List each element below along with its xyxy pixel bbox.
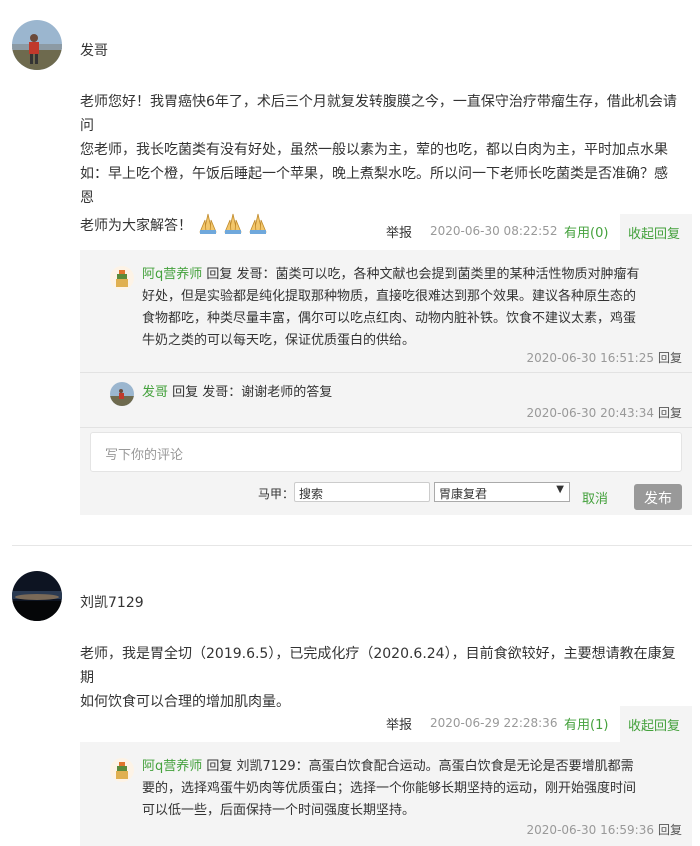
reply-meta: 2020-06-30 16:59:36 回复 bbox=[527, 821, 682, 838]
majia-label: 马甲： bbox=[258, 487, 295, 501]
username[interactable]: 发哥 bbox=[80, 40, 108, 60]
reply-meta: 2020-06-30 16:51:25 回复 bbox=[527, 349, 682, 366]
reply-line: 要的，选择鸡蛋牛奶肉等优质蛋白；选择一个你能够长期坚持的运动，刚开始强度时间 bbox=[142, 781, 637, 796]
reply-line: 谢谢老师的答复 bbox=[241, 385, 333, 400]
post-content: 老师，我是胃全切（2019.6.5），已完成化疗（2020.6.24），目前食欲… bbox=[80, 642, 680, 714]
collapse-replies-label: 收起回复 bbox=[628, 227, 681, 242]
majia-search-input[interactable]: 搜索 bbox=[294, 482, 430, 502]
username[interactable]: 刘凯7129 bbox=[80, 592, 144, 612]
post-content-line: 老师您好！我胃癌快6年了，术后三个月就复发转腹膜之今，一直保守治疗带瘤生存，借此… bbox=[80, 94, 677, 134]
useful-button[interactable]: 有用(1) bbox=[564, 714, 608, 733]
reply-text: 发哥 回复 发哥：谢谢老师的答复 bbox=[142, 382, 682, 404]
post-meta-bar: 举报 2020-06-30 08:22:52 有用(0) 收起回复 bbox=[0, 214, 700, 250]
post-content-line: 您老师，我长吃菌类有没有好处，虽然一般以素为主，荤的也吃，都以白肉为主，平时加点… bbox=[80, 142, 668, 158]
search-placeholder: 搜索 bbox=[299, 487, 324, 501]
reply-avatar[interactable] bbox=[110, 758, 134, 782]
useful-button[interactable]: 有用(0) bbox=[564, 222, 608, 241]
comment-input[interactable]: 写下你的评论 bbox=[90, 432, 682, 472]
majia-select[interactable]: 胃康复君 ▼ bbox=[434, 482, 570, 502]
reply-author[interactable]: 发哥 bbox=[142, 385, 168, 400]
reply-line: 好处，但是实验都是纯化提取那种物质，直接吃很难达到那个效果。建议各种原生态的 bbox=[142, 289, 637, 304]
comment-placeholder: 写下你的评论 bbox=[105, 448, 184, 463]
post-time: 2020-06-29 22:28:36 bbox=[430, 716, 558, 730]
collapse-replies-label: 收起回复 bbox=[628, 719, 681, 734]
reply-line: 可以低一些，后面保持一个时间强度长期坚持。 bbox=[142, 803, 416, 818]
reply-divider bbox=[80, 427, 692, 428]
post-meta-bar: 举报 2020-06-29 22:28:36 有用(1) 收起回复 bbox=[0, 706, 700, 742]
chevron-down-icon: ▼ bbox=[556, 484, 564, 495]
reply-button[interactable]: 回复 bbox=[658, 351, 682, 365]
collapse-replies-button[interactable]: 收起回复 bbox=[620, 706, 692, 742]
reply-time: 2020-06-30 20:43:34 bbox=[526, 406, 654, 420]
reply-line: 高蛋白饮食配合运动。高蛋白饮食是无论是否要增肌都需 bbox=[308, 759, 634, 774]
cancel-button[interactable]: 取消 bbox=[582, 488, 608, 507]
user-avatar[interactable] bbox=[12, 571, 62, 621]
post-content-line: 老师，我是胃全切（2019.6.5），已完成化疗（2020.6.24），目前食欲… bbox=[80, 646, 676, 686]
reply-avatar[interactable] bbox=[110, 382, 134, 406]
publish-label: 发布 bbox=[644, 491, 672, 507]
post-time: 2020-06-30 08:22:52 bbox=[430, 224, 558, 238]
reply-action: 回复 发哥： bbox=[206, 267, 276, 282]
reply-author[interactable]: 阿q营养师 bbox=[142, 267, 202, 282]
report-link[interactable]: 举报 bbox=[386, 714, 412, 733]
publish-button[interactable]: 发布 bbox=[634, 484, 682, 510]
reply-text: 阿q营养师 回复 刘凯7129：高蛋白饮食配合运动。高蛋白饮食是无论是否要增肌都… bbox=[142, 756, 682, 822]
reply-action: 回复 发哥： bbox=[172, 385, 242, 400]
user-avatar[interactable] bbox=[12, 20, 62, 70]
report-link[interactable]: 举报 bbox=[386, 222, 412, 241]
reply-panel: 阿q营养师 回复 发哥：菌类可以吃，各种文献也会提到菌类里的某种活性物质对肿瘤有… bbox=[80, 250, 692, 515]
reply-divider bbox=[80, 372, 692, 373]
collapse-replies-button[interactable]: 收起回复 bbox=[620, 214, 692, 250]
select-value: 胃康复君 bbox=[439, 487, 488, 501]
reply-line: 食物都吃，种类尽量丰富，偶尔可以吃点红肉、动物内脏补铁。饮食不建议太素，鸡蛋 bbox=[142, 311, 637, 326]
reply-action: 回复 刘凯7129： bbox=[206, 759, 309, 774]
reply-button[interactable]: 回复 bbox=[658, 823, 682, 837]
post-content-line: 如：早上吃个橙，午饭后睡起一个苹果，晚上煮梨水吃。所以问一下老师长吃菌类是否准确… bbox=[80, 166, 668, 206]
reply-button[interactable]: 回复 bbox=[658, 406, 682, 420]
reply-text: 阿q营养师 回复 发哥：菌类可以吃，各种文献也会提到菌类里的某种活性物质对肿瘤有… bbox=[142, 264, 682, 352]
reply-time: 2020-06-30 16:51:25 bbox=[526, 351, 654, 365]
post-divider bbox=[12, 545, 692, 546]
reply-panel: 阿q营养师 回复 刘凯7129：高蛋白饮食配合运动。高蛋白饮食是无论是否要增肌都… bbox=[80, 742, 692, 846]
reply-time: 2020-06-30 16:59:36 bbox=[526, 823, 654, 837]
reply-avatar[interactable] bbox=[110, 266, 134, 290]
reply-author[interactable]: 阿q营养师 bbox=[142, 759, 202, 774]
reply-meta: 2020-06-30 20:43:34 回复 bbox=[527, 404, 682, 421]
reply-line: 菌类可以吃，各种文献也会提到菌类里的某种活性物质对肿瘤有 bbox=[275, 267, 640, 282]
